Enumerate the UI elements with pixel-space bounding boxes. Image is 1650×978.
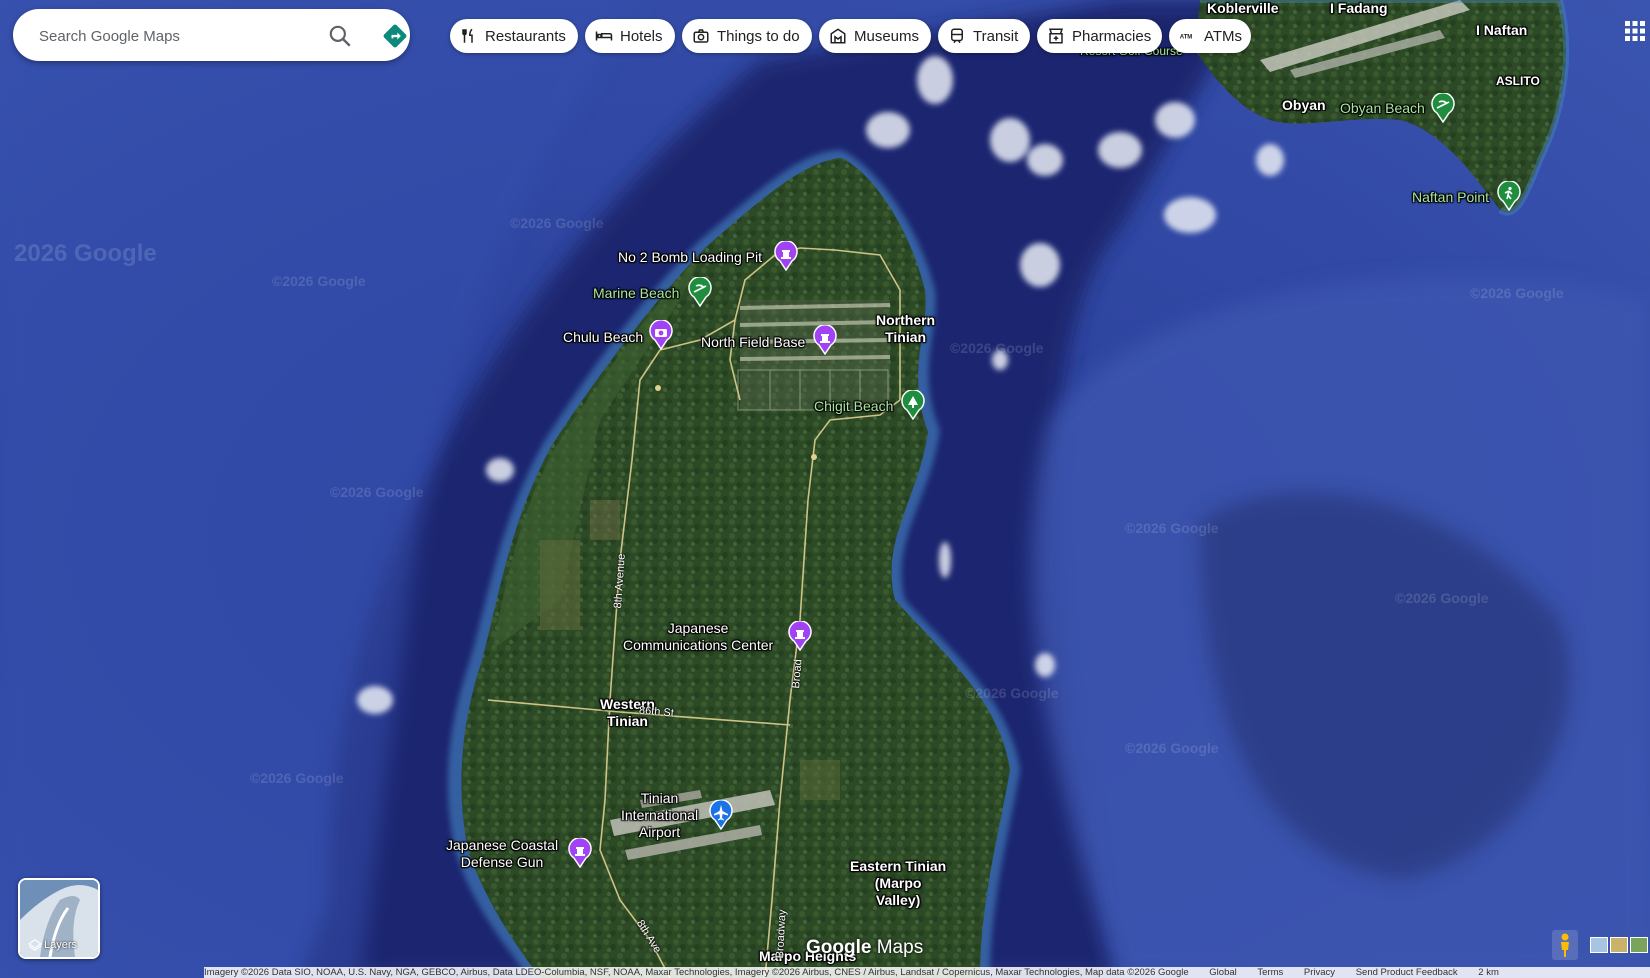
historic-site-pin[interactable]	[773, 241, 799, 271]
map-type-thumbnail[interactable]	[1590, 937, 1608, 953]
museum-icon	[830, 28, 846, 44]
place-label-japanese-coastal-gun[interactable]: Japanese Coastal Defense Gun	[446, 837, 558, 871]
map-watermark: ©2026 Google	[965, 685, 1059, 701]
imagery-thumbnails	[1590, 937, 1650, 953]
search-box	[13, 9, 410, 61]
place-label-no2-bomb[interactable]: No 2 Bomb Loading Pit	[618, 249, 762, 266]
camera-icon	[693, 29, 709, 43]
satellite-thumbnail[interactable]	[1630, 937, 1648, 953]
place-label-chigit-beach[interactable]: Chigit Beach	[814, 398, 893, 415]
train-icon	[951, 28, 963, 44]
terrain-thumbnail[interactable]	[1610, 937, 1628, 953]
chip-things-to-do[interactable]: Things to do	[682, 19, 812, 53]
map-watermark: ©2026 Google	[1125, 740, 1219, 756]
map-watermark: ©2026 Google	[1470, 285, 1564, 301]
pharmacy-icon	[1048, 28, 1064, 44]
place-label-aslito[interactable]: ASLITO	[1496, 73, 1540, 90]
apps-grid-icon[interactable]	[1624, 20, 1646, 42]
imagery-attribution: Imagery ©2026 Data SIO, NOAA, U.S. Navy,…	[204, 967, 1189, 978]
directions-icon[interactable]	[381, 22, 409, 50]
place-label-obyan-beach[interactable]: Obyan Beach	[1340, 100, 1425, 117]
map-watermark: ©2026 Google	[250, 770, 344, 786]
chip-hotels[interactable]: Hotels	[585, 19, 675, 53]
map-watermark: ©2026 Google	[1125, 520, 1219, 536]
map-watermark: ©2026 Google	[1395, 590, 1489, 606]
place-label-tinian-airport[interactable]: Tinian International Airport	[621, 790, 698, 841]
send-feedback-link[interactable]: Send Product Feedback	[1356, 967, 1458, 978]
place-label-koblerville[interactable]: Koblerville	[1207, 0, 1279, 17]
park-pin[interactable]	[900, 390, 926, 420]
road-label-broadway-south: Broadway	[774, 909, 789, 959]
place-label-north-field[interactable]: North Field Base	[701, 334, 805, 351]
place-label-eastern-tinian[interactable]: Eastern Tinian (Marpo Valley)	[850, 858, 946, 909]
street-view-pegman-icon[interactable]	[1552, 930, 1578, 960]
search-input[interactable]	[37, 23, 301, 49]
place-label-obyan[interactable]: Obyan	[1282, 97, 1326, 114]
airport-pin[interactable]	[708, 800, 734, 830]
google-maps-logo: Google Maps	[806, 937, 924, 958]
place-label-i-naftan[interactable]: I Naftan	[1476, 22, 1527, 39]
bed-icon	[595, 31, 613, 41]
historic-site-pin[interactable]	[812, 325, 838, 355]
place-label-northern-tinian[interactable]: Northern Tinian	[876, 312, 935, 346]
historic-site-pin[interactable]	[787, 621, 813, 651]
map-watermark: ©2026 Google	[330, 484, 424, 500]
layers-button[interactable]: Layers	[18, 878, 100, 959]
hiking-pin[interactable]	[1496, 181, 1522, 211]
map-watermark: ©2026 Google	[950, 340, 1044, 356]
satellite-map[interactable]	[0, 0, 1650, 978]
camera-pin[interactable]	[648, 320, 674, 350]
chip-atms[interactable]: ATM ATMs	[1169, 19, 1251, 53]
place-label-naftan-point[interactable]: Naftan Point	[1412, 189, 1489, 206]
search-icon[interactable]	[327, 23, 353, 49]
chip-restaurants[interactable]: Restaurants	[450, 19, 578, 53]
scale-bar[interactable]: 2 km	[1478, 967, 1499, 978]
beach-pin[interactable]	[687, 277, 713, 307]
attribution-bar: Imagery ©2026 Data SIO, NOAA, U.S. Navy,…	[204, 967, 1650, 978]
chip-museums[interactable]: Museums	[819, 19, 931, 53]
road-label-broadway: Broad	[790, 658, 805, 690]
map-watermark: ©2026 Google	[272, 273, 366, 289]
global-link[interactable]: Global	[1209, 967, 1236, 978]
atm-icon: ATM	[1180, 34, 1193, 40]
place-label-japanese-comm-center[interactable]: Japanese Communications Center	[623, 620, 773, 654]
terms-link[interactable]: Terms	[1257, 967, 1283, 978]
chip-transit[interactable]: Transit	[938, 19, 1030, 53]
place-label-marine-beach[interactable]: Marine Beach	[593, 285, 679, 302]
privacy-link[interactable]: Privacy	[1304, 967, 1335, 978]
map-watermark: 2026 Google	[14, 240, 157, 267]
layers-icon	[28, 939, 42, 951]
svg-text:ATM: ATM	[1180, 34, 1193, 40]
layers-label: Layers	[44, 939, 78, 951]
place-label-i-fadang[interactable]: I Fadang	[1330, 0, 1388, 17]
beach-pin[interactable]	[1430, 93, 1456, 123]
place-label-chulu-beach[interactable]: Chulu Beach	[563, 329, 643, 346]
chip-pharmacies[interactable]: Pharmacies	[1037, 19, 1162, 53]
historic-site-pin[interactable]	[567, 838, 593, 868]
map-watermark: ©2026 Google	[510, 215, 604, 231]
fork-knife-icon	[462, 28, 473, 43]
